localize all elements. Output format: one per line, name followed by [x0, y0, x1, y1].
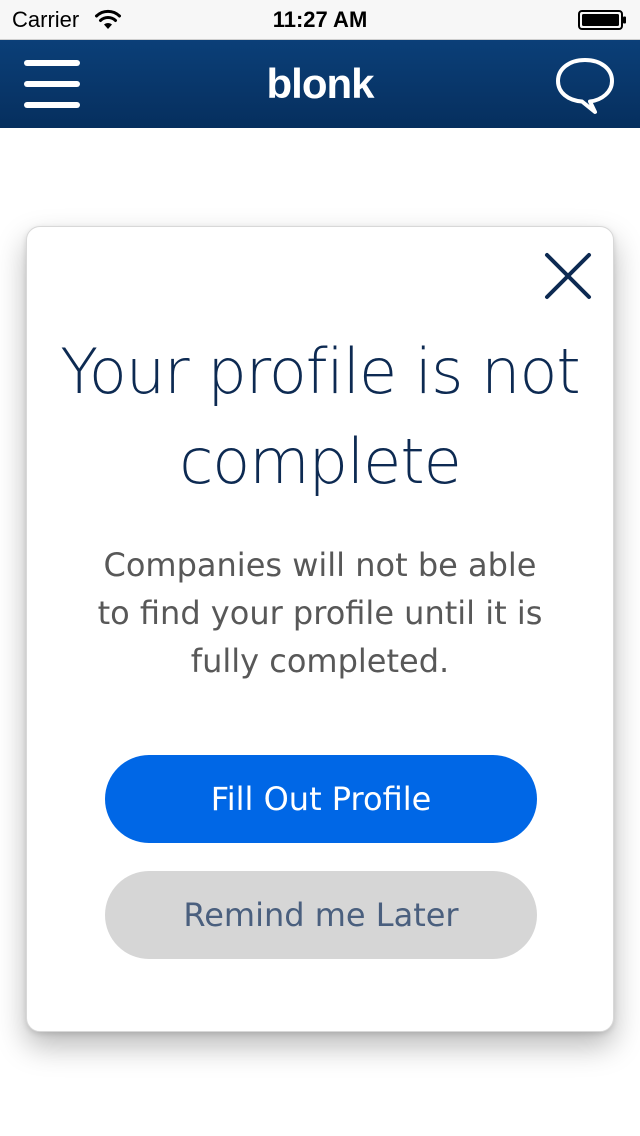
remind-me-later-button[interactable]: Remind me Later — [105, 871, 537, 959]
close-icon[interactable] — [541, 249, 595, 303]
chat-bubble-icon[interactable] — [552, 54, 618, 116]
status-bar: Carrier 11:27 AM — [0, 0, 640, 40]
battery-full-icon — [578, 10, 626, 30]
fill-out-profile-button[interactable]: Fill Out Profile — [105, 755, 537, 843]
nav-bar: blonk — [0, 40, 640, 128]
profile-incomplete-modal: Your profile is not complete Companies w… — [26, 226, 614, 1032]
brand-logo: blonk — [266, 60, 375, 107]
status-time: 11:27 AM — [272, 7, 368, 32]
modal-message: Companies will not be able to find your … — [97, 546, 543, 680]
modal-title: Your profile is not complete — [60, 335, 580, 498]
